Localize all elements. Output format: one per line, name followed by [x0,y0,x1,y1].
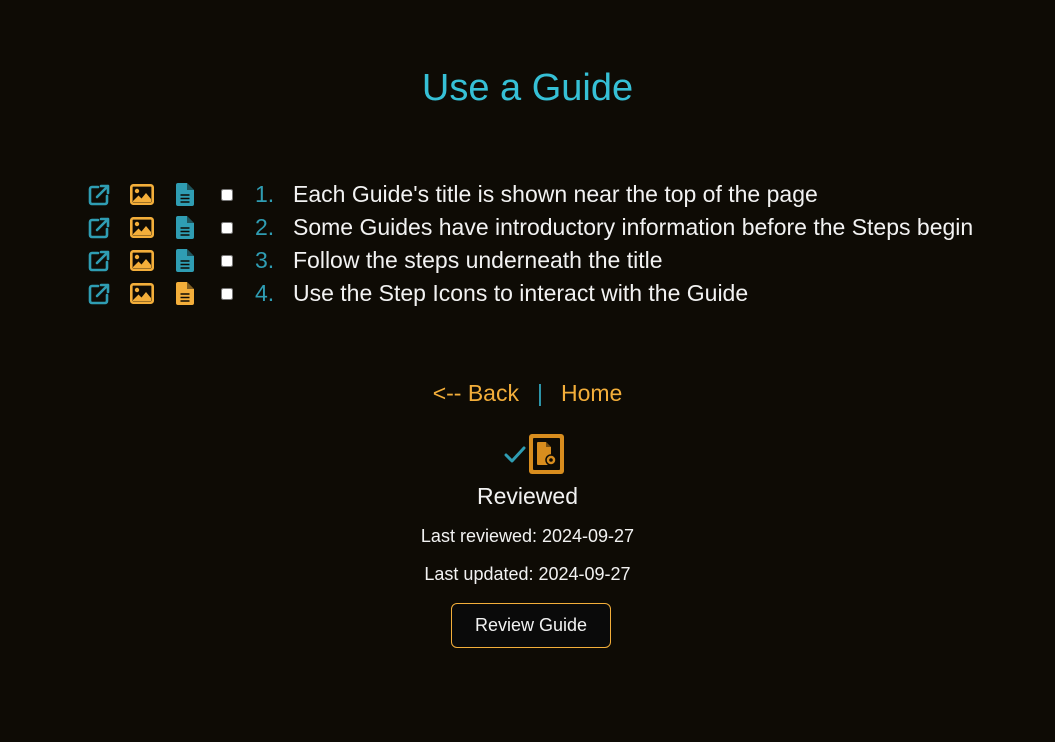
document-icon[interactable] [175,249,195,272]
document-icon[interactable] [175,282,195,305]
image-icon[interactable] [129,217,155,238]
navigation-links: <-- Back | Home [0,379,1055,407]
step-text: Some Guides have introductory informatio… [293,214,974,240]
step-item: 4. Use the Step Icons to interact with t… [86,277,973,310]
external-link-icon[interactable] [86,282,112,306]
step-item: 1. Each Guide's title is shown near the … [86,178,973,211]
steps-list: 1. Each Guide's title is shown near the … [86,178,973,310]
step-text: Each Guide's title is shown near the top… [293,181,818,207]
image-icon[interactable] [129,283,155,304]
last-reviewed-date: Last reviewed: 2024-09-27 [420,526,635,546]
step-number: 4. [255,280,275,306]
step-item: 3. Follow the steps underneath the title [86,244,973,277]
back-link[interactable]: <-- Back [433,380,519,406]
nav-separator: | [536,380,543,406]
home-link[interactable]: Home [561,380,622,406]
step-number: 3. [255,247,275,273]
step-number: 2. [255,214,275,240]
step-number: 1. [255,181,275,207]
image-icon[interactable] [129,250,155,271]
step-checkbox[interactable] [221,221,233,234]
checkmark-icon [504,445,526,468]
file-review-icon [529,434,564,479]
step-text: Use the Step Icons to interact with the … [293,280,749,306]
external-link-icon[interactable] [86,216,112,240]
review-badge [504,434,564,479]
document-icon[interactable] [175,183,195,206]
review-guide-button[interactable]: Review Guide [451,603,611,648]
step-text: Follow the steps underneath the title [293,247,663,273]
image-icon[interactable] [129,184,155,205]
step-item: 2. Some Guides have introductory informa… [86,211,973,244]
review-status: Reviewed [477,483,578,509]
external-link-icon[interactable] [86,249,112,273]
step-checkbox[interactable] [221,287,233,300]
last-updated-date: Last updated: 2024-09-27 [424,564,631,584]
page-title: Use a Guide [421,67,634,109]
external-link-icon[interactable] [86,183,112,207]
step-checkbox[interactable] [221,188,233,201]
step-checkbox[interactable] [221,254,233,267]
document-icon[interactable] [175,216,195,239]
